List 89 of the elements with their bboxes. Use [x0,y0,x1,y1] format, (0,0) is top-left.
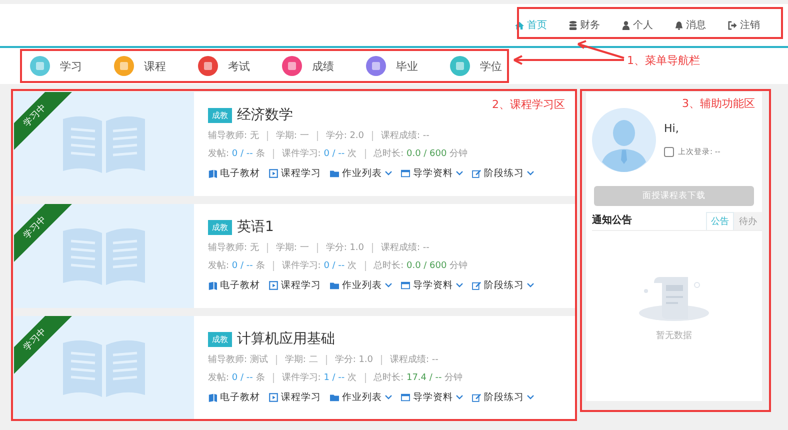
menu-item[interactable]: 成绩 [282,56,366,76]
course-stat: 总时长: 0.0 / 600 分钟 [374,260,468,272]
nav-link[interactable]: 财务 [559,18,610,32]
bell-icon [675,20,683,30]
course-info: 课程成绩: -- [381,130,430,142]
book-icon [208,393,217,402]
card-icon [401,393,410,402]
chevron-down-icon [385,171,392,176]
course-info: 课程成绩: -- [381,242,430,254]
empty-text: 暂无数据 [656,330,692,342]
course-link[interactable]: 作业列表 [330,279,392,292]
course-title: 英语1 [237,218,274,236]
course-info: 学期: 二 [284,354,318,366]
course-stat: 课件学习: 0 / -- 次 [282,148,357,160]
annotation-label: 3、辅助功能区 [682,96,755,111]
course-stat: 总时长: 0.0 / 600 分钟 [374,148,468,160]
card-icon [401,169,410,178]
course-title: 经济数学 [237,106,293,124]
menu-item[interactable]: 课程 [114,56,198,76]
chevron-down-icon [456,395,463,400]
folder-icon [330,281,339,290]
course-tag: 成教 [208,108,232,122]
course-title: 计算机应用基础 [237,330,335,348]
course-info: 学期: 一 [276,242,309,254]
course-tag: 成教 [208,220,232,234]
chevron-down-icon [456,171,463,176]
menu-item[interactable]: 考试 [198,56,282,76]
nav-link[interactable]: 个人 [612,18,663,32]
course-link[interactable]: 电子教材 [208,279,260,292]
course-tag: 成教 [208,332,232,346]
course-info: 学期: 一 [276,130,309,142]
course-info: 辅导教师: 测试 [208,354,268,366]
course-info: 辅导教师: 无 [208,242,259,254]
avatar-silhouette [592,108,656,172]
annotation-label: 2、课程学习区 [492,97,565,112]
course-link[interactable]: 阶段练习 [472,279,534,292]
course-stat: 发帖: 0 / -- 条 [208,372,265,384]
course-link[interactable]: 导学资料 [401,279,463,292]
nav-link[interactable]: 消息 [665,18,716,32]
chevron-down-icon [385,395,392,400]
card-icon [401,281,410,290]
course-link[interactable]: 作业列表 [330,391,392,404]
book-icon [208,281,217,290]
greeting-text: Hi, [664,122,680,135]
course-info: 学分: 1.0 [334,354,374,366]
course-link[interactable]: 导学资料 [401,167,463,180]
course-stat: 发帖: 0 / -- 条 [208,148,265,160]
edit-icon [472,393,481,402]
edit-icon [472,281,481,290]
course-stat: 课件学习: 1 / -- 次 [282,372,357,384]
course-info: 辅导教师: 无 [208,130,259,142]
play-icon [269,281,278,290]
course-info: 课程成绩: -- [390,354,438,366]
course-info: 学分: 1.0 [326,242,364,254]
checkbox-icon [664,147,674,157]
menu-item[interactable]: 毕业 [366,56,450,76]
book-icon [208,169,217,178]
course-stat: 总时长: 17.4 / -- 分钟 [374,372,463,384]
notice-title: 通知公告 [592,214,632,228]
database-icon [569,20,577,30]
course-link[interactable]: 导学资料 [401,391,463,404]
course-link[interactable]: 电子教材 [208,391,260,404]
play-icon [269,169,278,178]
chevron-down-icon [527,171,534,176]
course-link[interactable]: 阶段练习 [472,391,534,404]
edit-icon [472,169,481,178]
chevron-down-icon [527,283,534,288]
menu-item[interactable]: 学习 [30,56,114,76]
home-icon [515,20,524,30]
chevron-down-icon [385,283,392,288]
course-link[interactable]: 课程学习 [269,391,321,404]
logout-icon [728,20,737,30]
play-icon [269,393,278,402]
course-link[interactable]: 阶段练习 [472,167,534,180]
course-stat: 课件学习: 0 / -- 次 [282,260,357,272]
chevron-down-icon [527,395,534,400]
menu-item[interactable]: 学位 [450,56,534,76]
chevron-down-icon [456,283,463,288]
course-info: 学分: 2.0 [326,130,364,142]
course-link[interactable]: 课程学习 [269,279,321,292]
course-link[interactable]: 电子教材 [208,167,260,180]
course-link[interactable]: 作业列表 [330,167,392,180]
user-icon [622,20,630,30]
folder-icon [330,393,339,402]
folder-icon [330,169,339,178]
course-stat: 发帖: 0 / -- 条 [208,260,265,272]
annotation-label: 1、菜单导航栏 [627,53,700,68]
course-link[interactable]: 课程学习 [269,167,321,180]
nav-link[interactable]: 注销 [718,18,770,32]
